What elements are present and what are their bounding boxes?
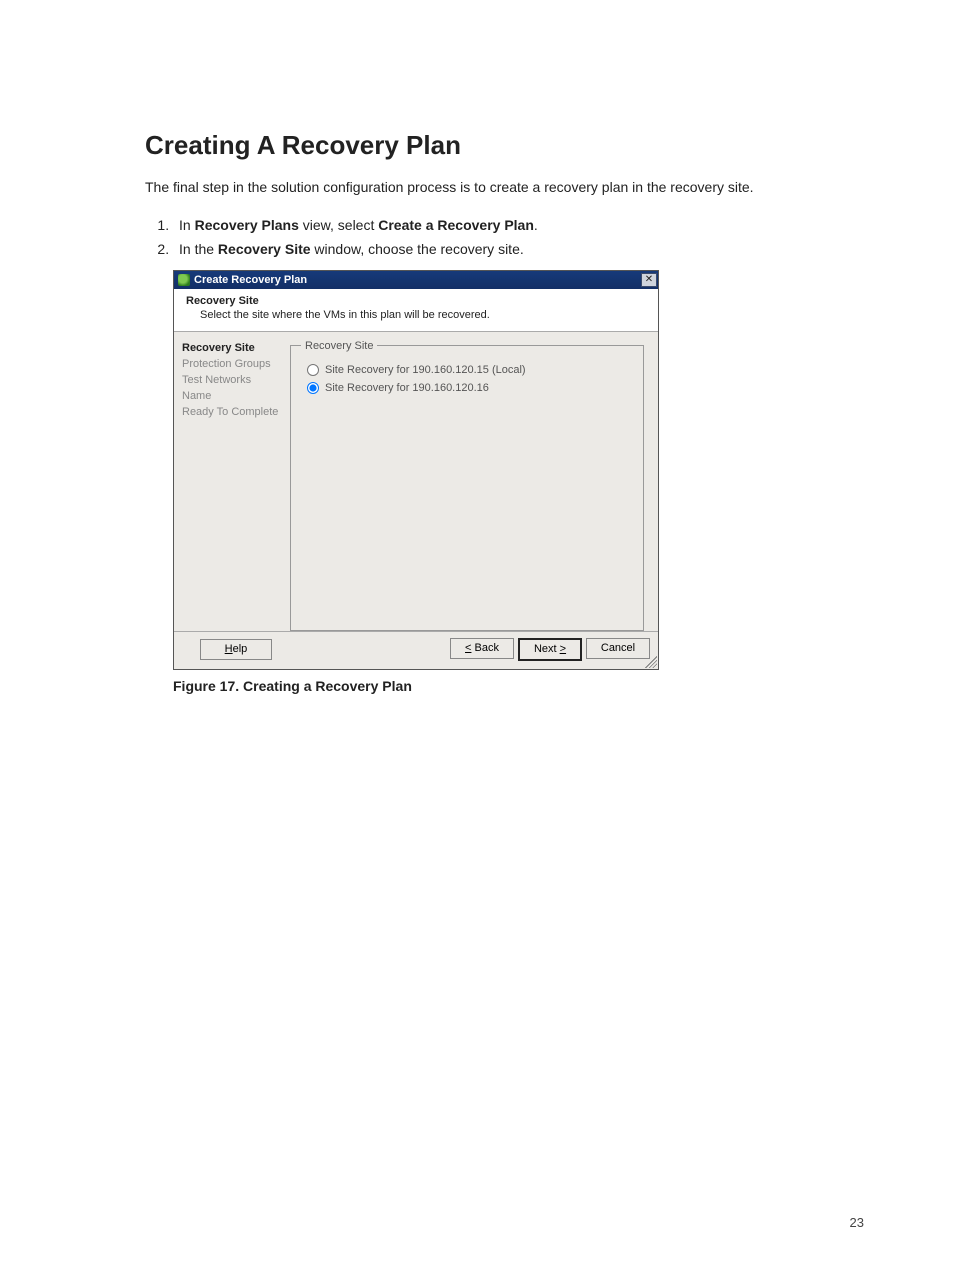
dialog-titlebar[interactable]: Create Recovery Plan ✕ [174, 271, 658, 289]
wizard-icon [178, 274, 190, 286]
site-option-1-radio[interactable] [307, 364, 319, 376]
site-option-2[interactable]: Site Recovery for 190.160.120.16 [307, 382, 633, 394]
wizard-nav: Recovery Site Protection Groups Test Net… [174, 332, 290, 631]
recovery-site-fieldset: Recovery Site Site Recovery for 190.160.… [290, 340, 644, 631]
site-option-2-label: Site Recovery for 190.160.120.16 [325, 382, 489, 394]
create-recovery-plan-dialog: Create Recovery Plan ✕ Recovery Site Sel… [173, 270, 659, 670]
site-option-1-label: Site Recovery for 190.160.120.15 (Local) [325, 364, 526, 376]
back-button[interactable]: < Back [450, 638, 514, 659]
wizard-nav-recovery-site[interactable]: Recovery Site [182, 340, 286, 356]
figure-caption: Figure 17. Creating a Recovery Plan [173, 678, 864, 694]
dialog-header-title: Recovery Site [186, 295, 658, 307]
step-1-text-1: In [179, 217, 195, 233]
recovery-site-legend: Recovery Site [301, 340, 377, 352]
page-number: 23 [850, 1215, 864, 1230]
step-1-text-2: view, select [299, 217, 378, 233]
dialog-header-subtitle: Select the site where the VMs in this pl… [186, 309, 658, 321]
help-button[interactable]: Help [200, 639, 272, 660]
wizard-nav-test-networks[interactable]: Test Networks [182, 372, 286, 388]
next-button[interactable]: Next > [518, 638, 582, 661]
site-option-2-radio[interactable] [307, 382, 319, 394]
wizard-nav-ready[interactable]: Ready To Complete [182, 404, 286, 420]
step-1-bold-1: Recovery Plans [195, 217, 299, 233]
step-2-text-1: In the [179, 241, 218, 257]
steps-list: In Recovery Plans view, select Create a … [145, 215, 864, 260]
step-2-bold-1: Recovery Site [218, 241, 311, 257]
page-title: Creating A Recovery Plan [145, 130, 864, 161]
step-2-text-2: window, choose the recovery site. [311, 241, 524, 257]
wizard-nav-name[interactable]: Name [182, 388, 286, 404]
dialog-footer: Help < Back Next > Cancel [174, 632, 658, 669]
step-1-bold-2: Create a Recovery Plan [378, 217, 534, 233]
step-2: In the Recovery Site window, choose the … [173, 239, 864, 259]
dialog-content: Recovery Site Site Recovery for 190.160.… [290, 332, 658, 631]
intro-paragraph: The final step in the solution configura… [145, 179, 864, 195]
step-1-text-3: . [534, 217, 538, 233]
dialog-body: Recovery Site Protection Groups Test Net… [174, 332, 658, 632]
dialog-title: Create Recovery Plan [194, 274, 640, 286]
site-option-1[interactable]: Site Recovery for 190.160.120.15 (Local) [307, 364, 633, 376]
wizard-nav-protection-groups[interactable]: Protection Groups [182, 356, 286, 372]
resize-grip-icon[interactable] [645, 656, 657, 668]
step-1: In Recovery Plans view, select Create a … [173, 215, 864, 235]
cancel-button[interactable]: Cancel [586, 638, 650, 659]
dialog-header: Recovery Site Select the site where the … [174, 289, 658, 332]
close-button[interactable]: ✕ [641, 273, 657, 287]
